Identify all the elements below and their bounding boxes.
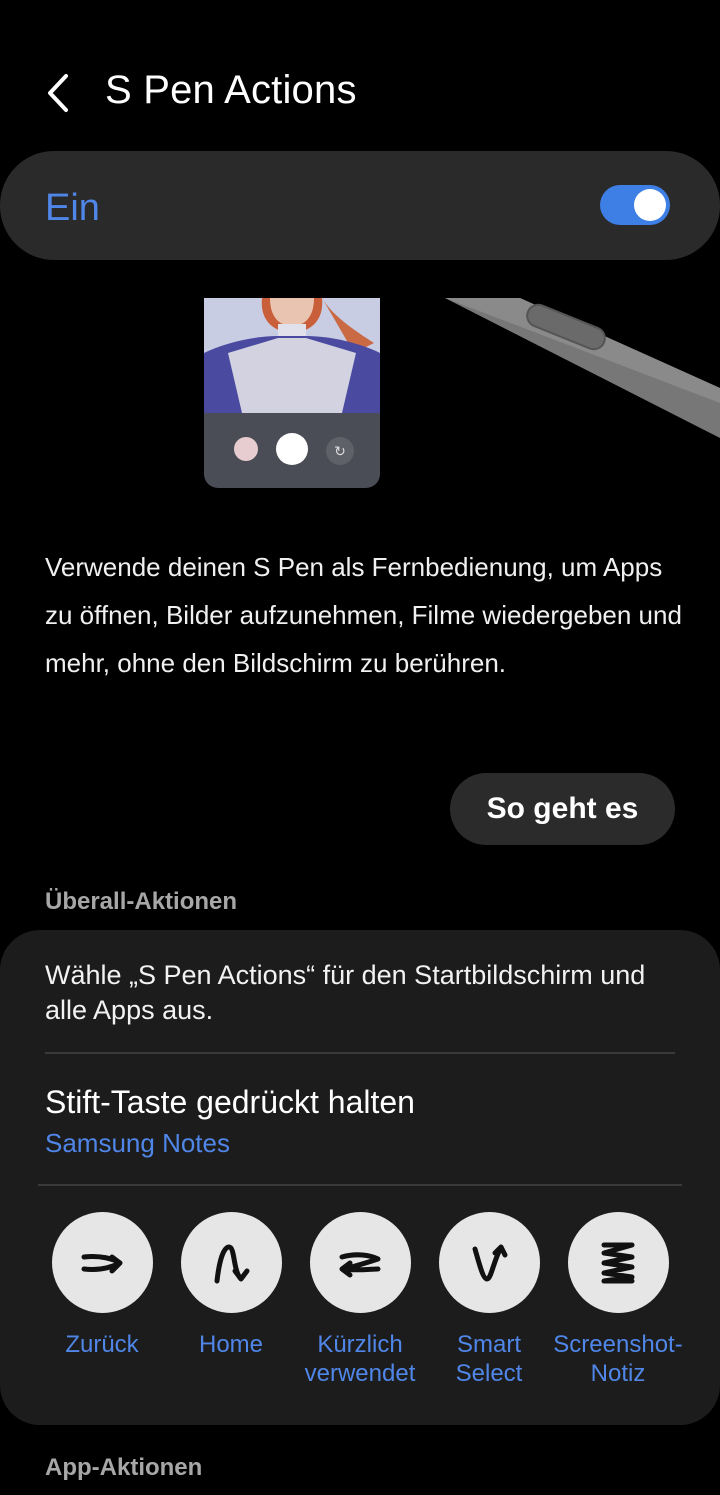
gesture-smart-select[interactable]: Smart Select: [424, 1212, 554, 1388]
screenshot-gesture-icon: [567, 1212, 669, 1313]
feature-description: Verwende deinen S Pen als Fernbedienung,…: [45, 552, 682, 678]
page-title: S Pen Actions: [105, 68, 357, 112]
master-toggle[interactable]: [600, 185, 670, 225]
gesture-label: Kürzlich verwendet: [304, 1331, 416, 1387]
divider: [38, 1184, 682, 1186]
anywhere-description: Wähle „S Pen Actions“ für den Startbilds…: [45, 960, 646, 1025]
back-gesture-icon: [51, 1212, 153, 1313]
gesture-label: Smart Select: [455, 1331, 523, 1387]
press-hold-title: Stift-Taste gedrückt halten: [45, 1084, 415, 1120]
press-hold-value: Samsung Notes: [45, 1128, 230, 1158]
gesture-label: Zurück: [65, 1331, 139, 1358]
gesture-label: Home: [198, 1331, 264, 1358]
divider: [45, 1052, 675, 1054]
gesture-label: Screenshot-Notiz: [553, 1331, 683, 1387]
gesture-screenshot[interactable]: Screenshot-Notiz: [553, 1212, 683, 1388]
toggle-knob: [634, 189, 666, 221]
home-gesture-icon: [180, 1212, 282, 1313]
illustration: ↻: [0, 298, 720, 498]
gesture-back[interactable]: Zurück: [37, 1212, 167, 1359]
app-header: S Pen Actions: [0, 40, 720, 150]
gesture-actions: Zurück Home Kürzlich verwendet Smart Sel…: [0, 1212, 720, 1402]
gesture-home[interactable]: Home: [166, 1212, 296, 1359]
anywhere-actions-card: Wähle „S Pen Actions“ für den Startbilds…: [0, 930, 720, 1425]
how-to-button[interactable]: So geht es: [450, 773, 675, 845]
press-hold-setting[interactable]: Stift-Taste gedrückt halten Samsung Note…: [0, 1066, 720, 1184]
section-header-app: App-Aktionen: [45, 1454, 203, 1481]
master-switch-label: Ein: [45, 187, 100, 229]
gesture-recents[interactable]: Kürzlich verwendet: [295, 1212, 425, 1388]
back-button[interactable]: [40, 70, 80, 116]
back-arrow-icon: [48, 74, 68, 112]
s-pen-illustration: [445, 298, 720, 438]
section-header-anywhere: Überall-Aktionen: [45, 888, 238, 915]
smart-select-gesture-icon: [438, 1212, 540, 1313]
recents-gesture-icon: [309, 1212, 411, 1313]
